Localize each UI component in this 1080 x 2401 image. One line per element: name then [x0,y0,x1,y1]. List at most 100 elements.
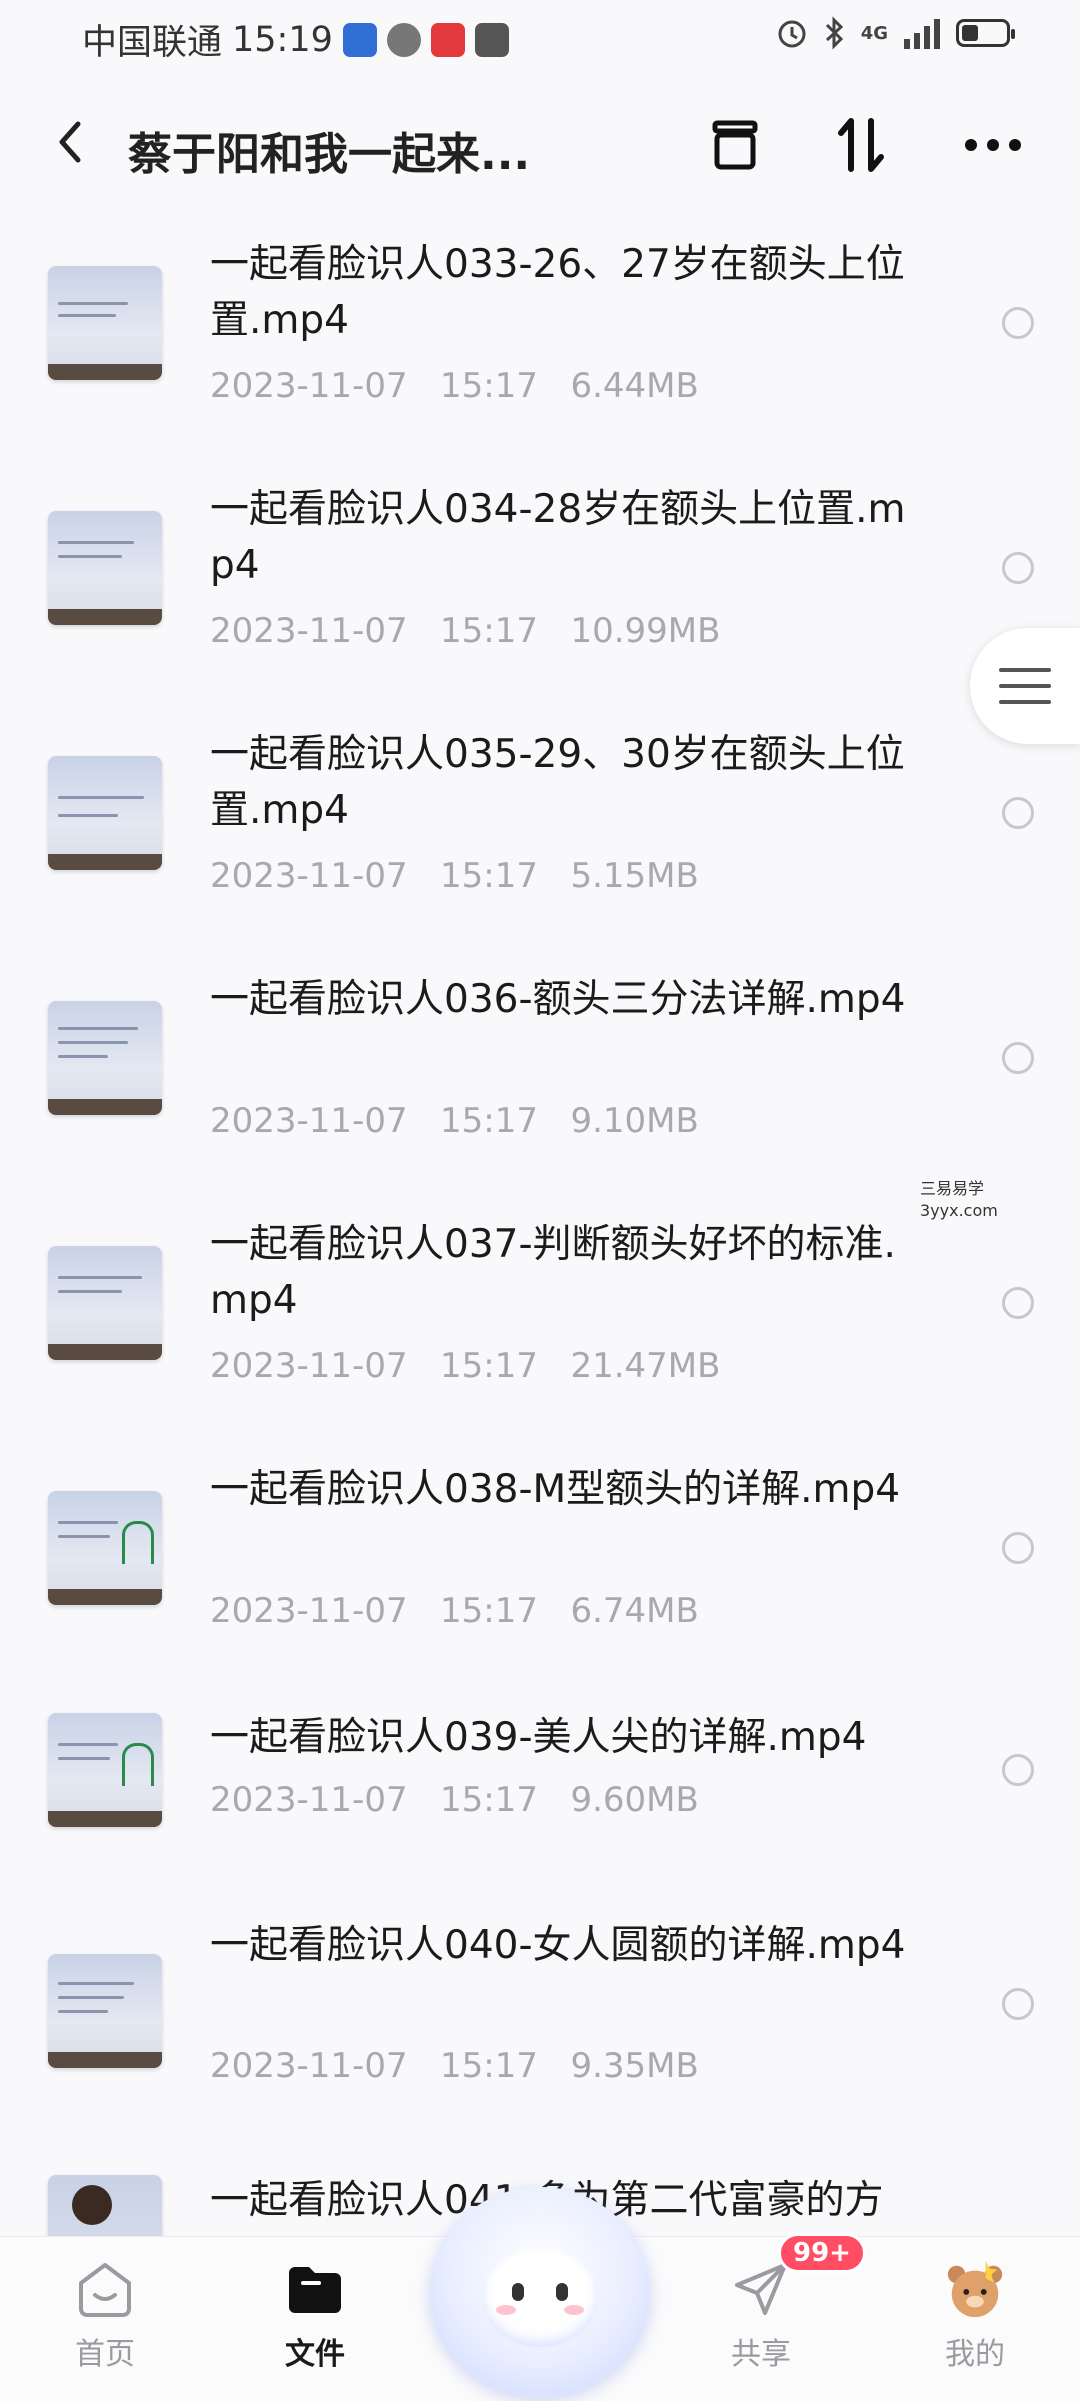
select-radio[interactable] [1002,307,1034,339]
file-date: 2023-11-07 [210,1780,408,1820]
select-radio[interactable] [1002,1042,1034,1074]
select-radio[interactable] [1002,1532,1034,1564]
file-meta: 2023-11-07 15:17 6.74MB [210,1591,699,1631]
header-bar: 蔡于阳和我一起来... [0,90,1080,200]
folder-icon [283,2257,347,2321]
back-button[interactable] [40,112,100,172]
status-bar: 中国联通 15:19 4G [0,0,1080,80]
file-size: 9.60MB [570,1780,699,1820]
file-time: 15:17 [440,611,539,651]
nav-share-label: 共享 [731,2337,791,2372]
file-row[interactable]: 一起看脸识人039-美人尖的详解.mp4 2023-11-07 15:17 9.… [0,1670,1080,1860]
archive-icon [712,120,758,170]
file-time: 15:17 [440,2046,539,2086]
floating-menu-button[interactable] [970,628,1080,744]
status-right: 4G [775,16,1015,50]
nav-share[interactable]: 共享 [696,2257,826,2373]
select-radio[interactable] [1002,1754,1034,1786]
watermark: 三易易学 3yyx.com [920,1178,998,1222]
watermark-line2: 3yyx.com [920,1201,998,1220]
video-thumbnail [48,1954,162,2068]
file-date: 2023-11-07 [210,611,408,651]
network-label: 4G [860,22,888,44]
file-row[interactable]: 一起看脸识人038-M型额头的详解.mp4 2023-11-07 15:17 6… [0,1425,1080,1670]
file-size: 21.47MB [570,1346,721,1386]
file-time: 15:17 [440,856,539,896]
file-date: 2023-11-07 [210,1591,408,1631]
select-radio[interactable] [1002,797,1034,829]
file-size: 6.44MB [570,366,699,406]
file-row[interactable]: 一起看脸识人034-28岁在额头上位置.mp4 2023-11-07 15:17… [0,445,1080,690]
file-date: 2023-11-07 [210,366,408,406]
nav-files[interactable]: 文件 [250,2257,380,2373]
file-size: 9.35MB [570,2046,699,2086]
mascot-icon[interactable] [430,2187,650,2397]
bluetooth-icon [825,16,843,50]
file-meta: 2023-11-07 15:17 21.47MB [210,1346,720,1386]
file-time: 15:17 [440,1780,539,1820]
sort-button[interactable] [826,110,896,180]
file-date: 2023-11-07 [210,2046,408,2086]
file-row[interactable]: 一起看脸识人036-额头三分法详解.mp4 2023-11-07 15:17 9… [0,935,1080,1180]
file-name: 一起看脸识人038-M型额头的详解.mp4 [210,1467,901,1512]
archive-button[interactable] [700,110,770,180]
video-thumbnail [48,511,162,625]
watermark-line1: 三易易学 [920,1179,985,1198]
file-name: 一起看脸识人035-29、30岁在额头上位置.mp4 [210,732,905,833]
file-name: 一起看脸识人037-判断额头好坏的标准.mp4 [210,1222,896,1323]
file-meta: 2023-11-07 15:17 5.15MB [210,856,699,896]
select-radio[interactable] [1002,552,1034,584]
share-badge: 99+ [778,2233,866,2273]
file-row[interactable]: 一起看脸识人040-女人圆额的详解.mp4 2023-11-07 15:17 9… [0,1860,1080,2105]
file-date: 2023-11-07 [210,1101,408,1141]
carrier-label: 中国联通 [82,23,223,63]
file-date: 2023-11-07 [210,1346,408,1386]
folder-title: 蔡于阳和我一起来... [128,129,531,180]
file-name: 一起看脸识人040-女人圆额的详解.mp4 [210,1923,906,1968]
more-icon [965,139,1021,151]
more-button[interactable] [958,110,1028,180]
wechat-icon [386,22,421,57]
nav-home-label: 首页 [75,2337,135,2372]
nav-home[interactable]: 首页 [40,2257,170,2373]
app-notification-icon [342,22,377,57]
file-meta: 2023-11-07 15:17 6.44MB [210,366,699,406]
nav-profile-label: 我的 [945,2337,1005,2372]
file-name: 一起看脸识人034-28岁在额头上位置.mp4 [210,487,906,588]
battery-icon [956,19,1015,47]
video-thumbnail [48,1491,162,1605]
file-name: 一起看脸识人036-额头三分法详解.mp4 [210,977,906,1022]
clock: 15:19 [232,19,333,60]
file-row[interactable]: 一起看脸识人035-29、30岁在额头上位置.mp4 2023-11-07 15… [0,690,1080,935]
nav-files-label: 文件 [285,2337,345,2372]
video-thumbnail [48,1001,162,1115]
mail-icon [474,22,509,57]
file-time: 15:17 [440,1591,539,1631]
file-time: 15:17 [440,366,539,406]
select-radio[interactable] [1002,1287,1034,1319]
sort-icon [838,118,884,172]
video-thumbnail [48,756,162,870]
file-row[interactable]: 一起看脸识人033-26、27岁在额头上位置.mp4 2023-11-07 15… [0,200,1080,445]
file-row[interactable]: 一起看脸识人037-判断额头好坏的标准.mp4 2023-11-07 15:17… [0,1180,1080,1425]
file-time: 15:17 [440,1101,539,1141]
profile-icon [943,2257,1007,2321]
video-thumbnail [48,1246,162,1360]
menu-icon [999,668,1051,704]
select-radio[interactable] [1002,1988,1034,2020]
file-name: 一起看脸识人033-26、27岁在额头上位置.mp4 [210,242,905,343]
file-size: 5.15MB [570,856,699,896]
home-icon [73,2257,137,2321]
book-icon [430,22,465,57]
status-left: 中国联通 15:19 [82,14,509,65]
file-list: 一起看脸识人033-26、27岁在额头上位置.mp4 2023-11-07 15… [0,200,1080,2325]
video-thumbnail [48,1713,162,1827]
video-thumbnail [48,266,162,380]
file-size: 6.74MB [570,1591,699,1631]
file-name: 一起看脸识人039-美人尖的详解.mp4 [210,1715,867,1760]
file-meta: 2023-11-07 15:17 10.99MB [210,611,720,651]
file-size: 9.10MB [570,1101,699,1141]
bottom-nav: 首页 文件 共享 99+ 我的 [0,2187,1080,2401]
nav-profile[interactable]: 我的 [910,2257,1040,2373]
file-size: 10.99MB [570,611,721,651]
